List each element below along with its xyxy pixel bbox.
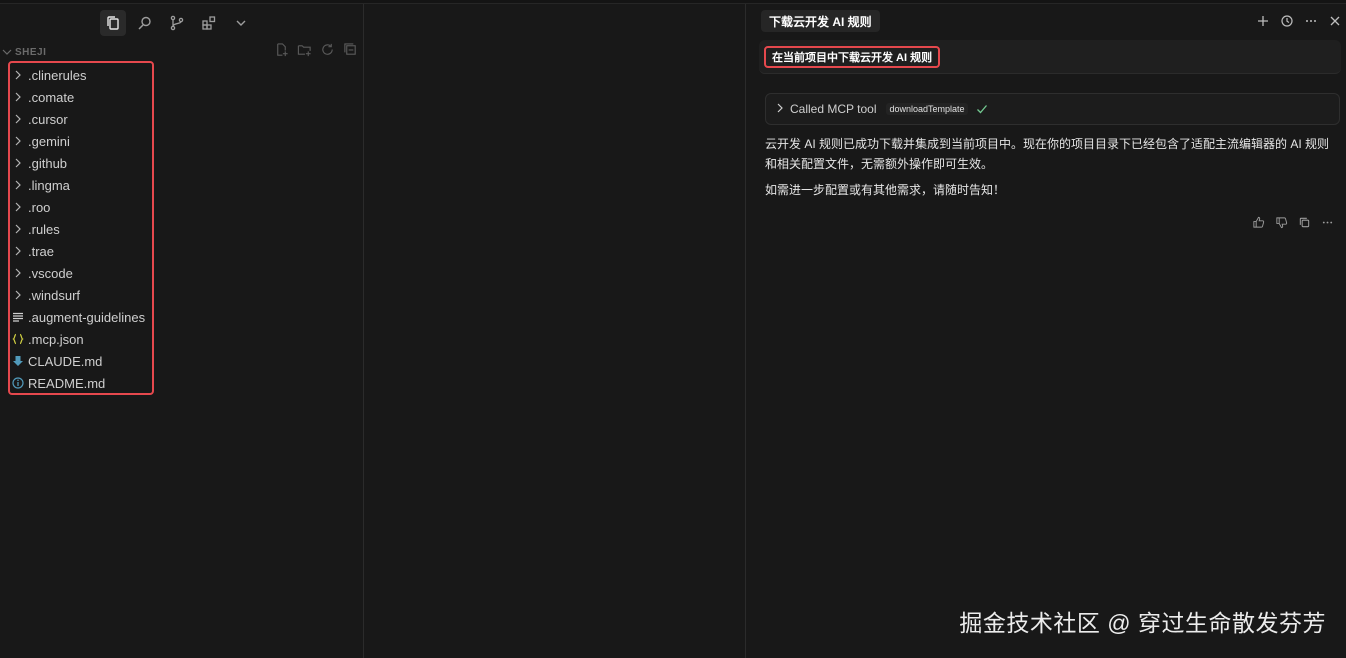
- chevron-right-icon: [774, 102, 786, 117]
- chevron-right-icon: [11, 68, 25, 82]
- source-control-icon: [170, 15, 184, 31]
- tree-item-github[interactable]: .github: [10, 152, 152, 174]
- search-icon: [138, 16, 151, 30]
- chevron-right-icon: [11, 222, 25, 236]
- history-icon[interactable]: [1280, 14, 1294, 28]
- assistant-message: 云开发 AI 规则已成功下载并集成到当前项目中。现在你的项目目录下已经包含了适配…: [765, 134, 1340, 206]
- tree-item-trae[interactable]: .trae: [10, 240, 152, 262]
- tool-call-label: Called MCP tool: [790, 102, 877, 116]
- download-icon: [11, 354, 25, 368]
- tree-item-vscode[interactable]: .vscode: [10, 262, 152, 284]
- tree-item-label: .lingma: [28, 177, 70, 193]
- tree-item-label: .comate: [28, 89, 75, 105]
- chevron-right-icon: [11, 90, 25, 104]
- more-icon[interactable]: [1321, 216, 1334, 229]
- tree-item-rules[interactable]: .rules: [10, 218, 152, 240]
- more-views-button[interactable]: [228, 10, 254, 36]
- chevron-right-icon: [11, 200, 25, 214]
- chat-tabbar: 下载云开发 AI 规则: [759, 10, 1346, 34]
- new-file-icon[interactable]: [274, 42, 289, 57]
- assistant-paragraph: 云开发 AI 规则已成功下载并集成到当前项目中。现在你的项目目录下已经包含了适配…: [765, 137, 1330, 171]
- source-control-button[interactable]: [164, 10, 190, 36]
- activity-bar: [100, 10, 254, 36]
- check-icon: [976, 103, 988, 115]
- extensions-icon: [202, 16, 216, 30]
- tree-item-readme-md[interactable]: README.md: [10, 372, 152, 394]
- tree-item-label: CLAUDE.md: [28, 353, 103, 369]
- explorer-button[interactable]: [100, 10, 126, 36]
- tree-item-label: .gemini: [28, 133, 70, 149]
- tree-item-gemini[interactable]: .gemini: [10, 130, 152, 152]
- info-icon: [11, 376, 25, 390]
- chevron-right-icon: [11, 156, 25, 170]
- lines-icon: [11, 310, 25, 324]
- chevron-right-icon: [11, 244, 25, 258]
- explorer-header[interactable]: SHEJI: [0, 42, 364, 62]
- workspace-title: SHEJI: [15, 46, 47, 58]
- user-message: 在当前项目中下载云开发 AI 规则: [764, 46, 941, 68]
- plus-icon[interactable]: [1256, 14, 1270, 28]
- tree-item-label: .windsurf: [28, 287, 81, 303]
- chevron-down-icon: [236, 20, 246, 26]
- copy-icon[interactable]: [1298, 216, 1311, 229]
- chevron-right-icon: [11, 178, 25, 192]
- tool-call-block[interactable]: Called MCP tool downloadTemplate: [765, 93, 1340, 125]
- message-actions: [1252, 216, 1334, 229]
- tree-item-clinerules[interactable]: .clinerules: [10, 64, 152, 86]
- watermark: 掘金技术社区 @ 穿过生命散发芬芳: [959, 610, 1326, 636]
- tree-item-windsurf[interactable]: .windsurf: [10, 284, 152, 306]
- files-icon: [107, 16, 119, 30]
- tree-item-label: .github: [28, 155, 68, 171]
- json-icon: [11, 332, 25, 346]
- file-tree: .clinerules .comate .cursor .gemini .git…: [8, 61, 154, 395]
- thumbs-up-icon[interactable]: [1252, 216, 1265, 229]
- chevron-right-icon: [11, 266, 25, 280]
- close-icon[interactable]: [1328, 14, 1342, 28]
- chevron-right-icon: [11, 134, 25, 148]
- new-folder-icon[interactable]: [297, 42, 312, 57]
- tool-name: downloadTemplate: [886, 103, 968, 115]
- tree-item-augment-guidelines[interactable]: .augment-guidelines: [10, 306, 152, 328]
- chat-panel: 下载云开发 AI 规则 在当前项目中下载云开发 AI 规则 Called MCP…: [747, 4, 1346, 658]
- tree-item-label: .roo: [28, 199, 51, 215]
- tree-item-roo[interactable]: .roo: [10, 196, 152, 218]
- tree-item-mcp-json[interactable]: .mcp.json: [10, 328, 152, 350]
- thumbs-down-icon[interactable]: [1275, 216, 1288, 229]
- tree-item-label: .rules: [28, 221, 60, 237]
- tree-item-label: .clinerules: [28, 67, 87, 83]
- tree-item-label: .augment-guidelines: [28, 309, 146, 325]
- tree-item-claude-md[interactable]: CLAUDE.md: [10, 350, 152, 372]
- tree-item-label: .mcp.json: [28, 331, 84, 347]
- more-icon[interactable]: [1304, 14, 1318, 28]
- search-button[interactable]: [132, 10, 158, 36]
- explorer-actions: [274, 42, 358, 57]
- chat-tab[interactable]: 下载云开发 AI 规则: [761, 10, 880, 32]
- tree-item-label: .trae: [28, 243, 55, 259]
- refresh-icon[interactable]: [320, 42, 335, 57]
- collapse-all-icon[interactable]: [343, 42, 358, 57]
- user-message-container: 在当前项目中下载云开发 AI 规则: [759, 40, 1341, 74]
- chevron-right-icon: [11, 112, 25, 126]
- tree-item-label: .cursor: [28, 111, 68, 127]
- chevron-right-icon: [11, 288, 25, 302]
- assistant-paragraph: 如需进一步配置或有其他需求，请随时告知！: [765, 183, 1006, 197]
- tree-item-lingma[interactable]: .lingma: [10, 174, 152, 196]
- tree-item-label: .vscode: [28, 265, 73, 281]
- editor-area: [365, 4, 746, 658]
- tree-item-comate[interactable]: .comate: [10, 86, 152, 108]
- extensions-button[interactable]: [196, 10, 222, 36]
- tree-item-label: README.md: [28, 375, 106, 391]
- tree-item-cursor[interactable]: .cursor: [10, 108, 152, 130]
- sidebar: SHEJI .clinerules .comate .cursor .gemin…: [0, 4, 364, 658]
- chat-actions: [1256, 14, 1342, 28]
- chevron-down-icon: [2, 49, 12, 55]
